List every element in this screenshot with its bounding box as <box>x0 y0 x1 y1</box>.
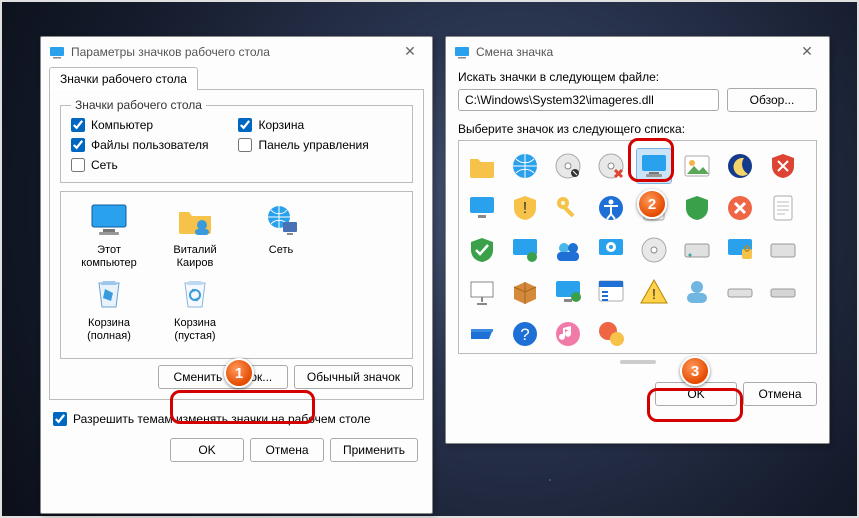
change-icon-button[interactable]: Сменить значок... <box>158 365 288 389</box>
icon-music[interactable] <box>551 317 585 351</box>
icon-monitor-green[interactable] <box>551 275 585 309</box>
desktop-icons-group: Значки рабочего стола Компьютер Файлы по… <box>60 98 413 183</box>
icon-picture[interactable] <box>680 149 714 183</box>
monitor-icon <box>87 200 131 240</box>
path-label: Искать значки в следующем файле: <box>458 70 817 84</box>
icon-security[interactable] <box>723 233 757 267</box>
icon-box[interactable] <box>508 275 542 309</box>
icon-disc[interactable] <box>551 149 585 183</box>
chk-computer-input[interactable] <box>71 118 85 132</box>
icon-disc-x[interactable] <box>594 149 628 183</box>
chk-allow-themes[interactable]: Разрешить темам изменять значки на рабоч… <box>41 406 432 430</box>
change-icon-window: Смена значка ✕ Искать значки в следующем… <box>445 36 830 444</box>
icon-drive[interactable] <box>680 233 714 267</box>
list-label: Выберите значок из следующего списка: <box>458 122 817 136</box>
desk-icon-recycle-empty[interactable]: Корзина (пустая) <box>155 273 235 342</box>
icon-warning[interactable]: ! <box>637 275 671 309</box>
desk-icon-this-pc[interactable]: Этот компьютер <box>69 200 149 269</box>
icon-accessibility[interactable] <box>594 191 628 225</box>
default-icon-button[interactable]: Обычный значок <box>294 365 413 389</box>
group-legend: Значки рабочего стола <box>71 98 206 112</box>
cancel-button[interactable]: Отмена <box>250 438 324 462</box>
icon-list-panel[interactable] <box>594 275 628 309</box>
chk-userfiles[interactable]: Файлы пользователя <box>71 138 208 152</box>
chk-network-input[interactable] <box>71 158 85 172</box>
icon-disc2[interactable] <box>637 233 671 267</box>
icon-contacts[interactable] <box>551 233 585 267</box>
icon-shield-green2[interactable] <box>680 191 714 225</box>
chk-computer[interactable]: Компьютер <box>71 118 208 132</box>
scroll-grip[interactable] <box>620 360 656 364</box>
icon-drive3[interactable] <box>723 275 757 309</box>
dialog-buttons: OK Отмена Применить <box>41 430 432 472</box>
apply-button[interactable]: Применить <box>330 438 418 462</box>
window-title: Параметры значков рабочего стола <box>71 45 270 59</box>
svg-text:A: A <box>650 200 658 212</box>
user-folder-icon <box>173 200 217 240</box>
window-title: Смена значка <box>476 45 553 59</box>
chk-recycle-input[interactable] <box>238 118 252 132</box>
icon-moon[interactable] <box>723 149 757 183</box>
chk-recycle[interactable]: Корзина <box>238 118 368 132</box>
desk-icon-network[interactable]: Сеть <box>241 200 321 269</box>
window-icon <box>454 44 470 60</box>
icon-bubble[interactable] <box>594 317 628 351</box>
icon-shield-yellow[interactable]: ! <box>508 191 542 225</box>
svg-text:!: ! <box>523 200 527 217</box>
recycle-empty-icon <box>173 273 217 313</box>
desktop-icon-settings-window: Параметры значков рабочего стола ✕ Значк… <box>40 36 433 514</box>
titlebar: Смена значка ✕ <box>446 37 829 66</box>
globe-icon <box>259 200 303 240</box>
icon-close-circle[interactable] <box>723 191 757 225</box>
icon-list[interactable]: ! A ! ? <box>458 140 817 354</box>
desk-icon-recycle-full[interactable]: Корзина (полная) <box>69 273 149 342</box>
chk-control-input[interactable] <box>238 138 252 152</box>
tab-body: Значки рабочего стола Компьютер Файлы по… <box>49 89 424 400</box>
path-input[interactable] <box>458 89 719 111</box>
icon-user[interactable] <box>680 275 714 309</box>
icon-folder[interactable] <box>465 149 499 183</box>
svg-text:?: ? <box>520 325 529 344</box>
icon-monitor-selected[interactable] <box>637 149 671 183</box>
chk-network[interactable]: Сеть <box>71 158 208 172</box>
close-icon[interactable]: ✕ <box>793 43 821 60</box>
cancel-button[interactable]: Отмена <box>743 382 817 406</box>
recycle-full-icon <box>87 273 131 313</box>
icon-monitor2[interactable] <box>465 191 499 225</box>
titlebar: Параметры значков рабочего стола ✕ <box>41 37 432 66</box>
icon-settings-panel[interactable] <box>594 233 628 267</box>
desk-icon-user[interactable]: Виталий Каиров <box>155 200 235 269</box>
window-icon <box>49 44 65 60</box>
icon-drive4[interactable] <box>766 275 800 309</box>
chk-control[interactable]: Панель управления <box>238 138 368 152</box>
icon-run[interactable] <box>465 317 499 351</box>
tab-desktop-icons[interactable]: Значки рабочего стола <box>49 67 198 90</box>
icon-globe[interactable] <box>508 149 542 183</box>
svg-text:!: ! <box>652 286 656 303</box>
icon-document-a[interactable]: A <box>637 191 671 225</box>
chk-allow-themes-input[interactable] <box>53 412 67 426</box>
icon-help[interactable]: ? <box>508 317 542 351</box>
close-icon[interactable]: ✕ <box>396 43 424 60</box>
icon-monitor-net[interactable] <box>508 233 542 267</box>
icon-key[interactable] <box>551 191 585 225</box>
icon-preview-well: Этот компьютер Виталий Каиров Сеть <box>60 191 413 359</box>
ok-button[interactable]: OK <box>655 382 737 406</box>
icon-shield-red[interactable] <box>766 149 800 183</box>
icon-presentation[interactable] <box>465 275 499 309</box>
browse-button[interactable]: Обзор... <box>727 88 817 112</box>
tab-row: Значки рабочего стола <box>41 66 432 89</box>
chk-userfiles-input[interactable] <box>71 138 85 152</box>
icon-drive2[interactable] <box>766 233 800 267</box>
icon-shield-green[interactable] <box>465 233 499 267</box>
icon-document[interactable] <box>766 191 800 225</box>
ok-button[interactable]: OK <box>170 438 244 462</box>
